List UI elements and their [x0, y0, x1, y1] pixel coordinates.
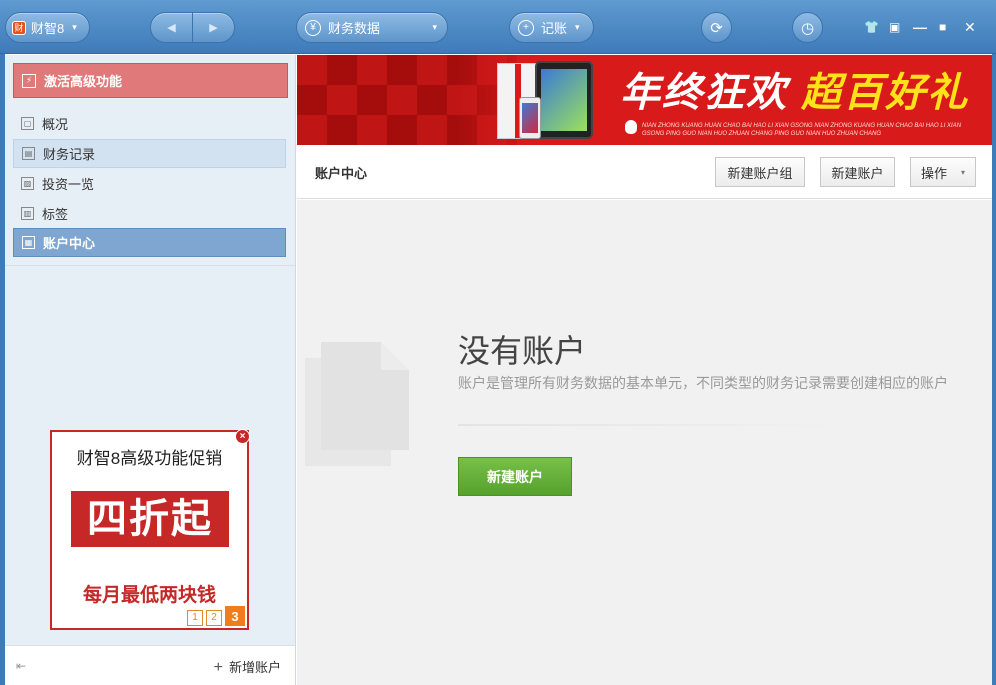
activate-label: 激活高级功能	[44, 74, 123, 89]
sync-button[interactable]: ⟳	[701, 12, 732, 43]
chevron-down-icon: ▾	[72, 22, 77, 32]
apple-logo-icon	[625, 120, 637, 134]
plus-icon: +	[213, 659, 223, 676]
new-account-group-button[interactable]: 新建账户组	[715, 157, 805, 187]
empty-state-title: 没有账户	[458, 333, 587, 369]
sidebar-divider	[5, 265, 295, 266]
sidebar-item-records[interactable]: ▤ 财务记录	[13, 139, 286, 168]
add-account-label: 新增账户	[228, 660, 281, 675]
promo-ad[interactable]: × 财智8高级功能促销 四折起 每月最低两块钱 1 2 3	[50, 429, 250, 630]
chart-icon: ▨	[21, 177, 34, 190]
back-button[interactable]: ◀	[151, 13, 192, 42]
operations-label: 操作	[920, 165, 947, 181]
close-button[interactable]: ✕	[964, 18, 976, 36]
banner-small-text: NIAN ZHONG KUANG HUAN CHAO BAI HAO LI XI…	[642, 123, 962, 137]
operations-menu-button[interactable]: 操作 ▾	[910, 157, 976, 187]
sidebar-item-label: 投资一览	[42, 177, 95, 192]
add-account-button[interactable]: + 新增账户	[214, 657, 281, 677]
page-title: 账户中心	[315, 166, 368, 181]
app-logo-icon: 财	[12, 20, 26, 35]
empty-document-icon	[321, 342, 409, 450]
chevron-down-icon: ▾	[961, 167, 966, 177]
skin-icon[interactable]: 👕	[864, 18, 879, 36]
title-bar: 财 财智8 ▾ ◀ ▶ ¥ 财务数据 ▾ + 记账 ▾ ⟳ ◷ 👕 ▣ — ■ …	[0, 0, 996, 54]
account-icon: ▦	[22, 236, 35, 249]
chevron-down-icon: ▾	[575, 22, 580, 32]
arrow-left-icon: ◀	[167, 22, 176, 34]
sidebar-footer: ⇤ + 新增账户	[5, 645, 295, 685]
sidebar-item-overview[interactable]: ▢ 概况	[13, 109, 286, 138]
close-icon[interactable]: ×	[235, 429, 250, 444]
app-name: 财智8	[31, 21, 65, 36]
phone-image	[519, 97, 541, 139]
toolbar: 账户中心 新建账户组 新建账户 操作 ▾	[297, 145, 992, 199]
record-menu[interactable]: + 记账 ▾	[509, 12, 594, 43]
collapse-icon[interactable]: ⇤	[16, 659, 26, 673]
sidebar-item-account-center[interactable]: ▦ 账户中心	[13, 228, 286, 257]
banner-headline: 年终狂欢 超百好礼	[620, 69, 969, 117]
sidebar-item-label: 概况	[42, 117, 69, 132]
promo-page-1[interactable]: 1	[187, 610, 203, 626]
empty-state-description: 账户是管理所有财务数据的基本单元，不同类型的财务记录需要创建相应的账户	[458, 375, 948, 391]
feedback-icon[interactable]: ▣	[889, 18, 900, 36]
app-menu-button[interactable]: 财 财智8 ▾	[5, 12, 90, 43]
banner-headline-white: 年终狂欢	[620, 71, 802, 115]
promo-pager: 1 2 3	[187, 606, 245, 626]
plus-circle-icon: +	[518, 19, 534, 36]
overview-icon: ▢	[21, 117, 34, 130]
window-frame-right	[992, 54, 996, 685]
minimize-button[interactable]: —	[913, 18, 927, 36]
promo-title: 财智8高级功能促销	[76, 449, 223, 468]
history-button[interactable]: ◷	[792, 12, 823, 43]
arrow-right-icon: ▶	[209, 22, 218, 34]
sidebar-item-investments[interactable]: ▨ 投资一览	[13, 169, 286, 198]
forward-button[interactable]: ▶	[193, 13, 234, 42]
financial-data-menu[interactable]: ¥ 财务数据 ▾	[296, 12, 448, 43]
promo-banner[interactable]: 年终狂欢 超百好礼 NIAN ZHONG KUANG HUAN CHAO BAI…	[297, 55, 992, 145]
banner-headline-yellow: 超百好礼	[801, 71, 970, 115]
sidebar-item-label: 财务记录	[43, 147, 96, 162]
promo-subtitle: 每月最低两块钱	[82, 585, 216, 606]
new-account-button[interactable]: 新建账户	[820, 157, 895, 187]
refresh-icon: ⟳	[710, 19, 723, 37]
main-content: 没有账户 账户是管理所有财务数据的基本单元，不同类型的财务记录需要创建相应的账户…	[297, 200, 992, 685]
nav-buttons: ◀ ▶	[150, 12, 235, 43]
chevron-down-icon: ▾	[432, 22, 437, 32]
sidebar-item-label: 账户中心	[43, 236, 96, 251]
maximize-button[interactable]: ■	[939, 18, 946, 36]
create-account-button[interactable]: 新建账户	[458, 457, 572, 496]
empty-state-divider	[458, 424, 838, 426]
records-icon: ▤	[22, 147, 35, 160]
lightning-icon: ⚡	[22, 73, 36, 88]
promo-page-3[interactable]: 3	[225, 606, 245, 626]
promo-discount: 四折起	[71, 491, 229, 547]
tablet-image	[535, 61, 593, 139]
sidebar: ⚡ 激活高级功能 ▢ 概况 ▤ 财务记录 ▨ 投资一览 ▥ 标签 ▦ 账户中心 …	[5, 55, 296, 685]
financial-data-label: 财务数据	[328, 21, 381, 36]
record-label: 记账	[541, 21, 568, 36]
yen-icon: ¥	[305, 19, 321, 36]
promo-page-2[interactable]: 2	[206, 610, 222, 626]
sidebar-item-tags[interactable]: ▥ 标签	[13, 199, 286, 228]
sidebar-item-label: 标签	[42, 207, 69, 222]
tag-icon: ▥	[21, 207, 34, 220]
activate-premium-button[interactable]: ⚡ 激活高级功能	[13, 63, 288, 98]
clock-icon: ◷	[800, 19, 815, 37]
